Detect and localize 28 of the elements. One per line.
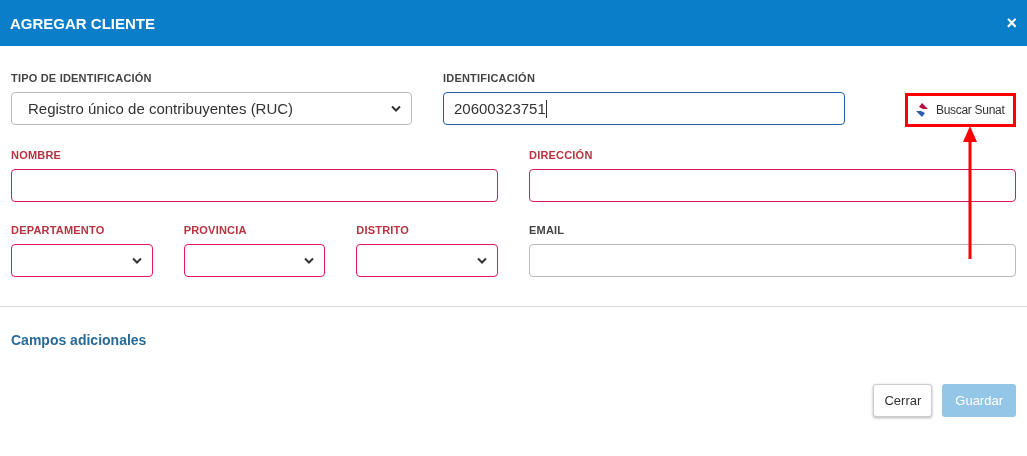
field-label: PROVINCIA (183, 224, 248, 236)
chevron-down-icon (391, 105, 401, 112)
dropdown[interactable]: Registro único de contribuyentes (RUC) (11, 92, 412, 125)
input-field[interactable] (529, 244, 1016, 277)
input-field[interactable] (11, 169, 498, 202)
field-label: EMAIL (529, 224, 566, 236)
chevron-down-icon (477, 257, 487, 264)
field-label: DISTRITO (356, 224, 411, 236)
dialog-title: AGREGAR CLIENTE (10, 14, 155, 32)
field-label: NOMBRE (11, 149, 63, 161)
field-label: IDENTIFICACIÓN (443, 72, 537, 84)
input-field[interactable]: 20600323751 (443, 92, 845, 125)
logo-icon (914, 102, 930, 118)
field-label: DIRECCIÓN (529, 149, 594, 161)
dropdown[interactable] (11, 244, 153, 277)
close-button[interactable]: × (1006, 12, 1017, 34)
dropdown[interactable] (356, 244, 498, 277)
input-field[interactable] (529, 169, 1016, 202)
dropdown[interactable] (183, 244, 326, 277)
field-label: DEPARTAMENTO (11, 224, 106, 236)
chevron-down-icon (131, 257, 142, 264)
close-dialog-button[interactable]: Cerrar (873, 384, 933, 417)
field-label: TIPO DE IDENTIFICACIÓN (11, 72, 153, 84)
dropdown-value: Registro único de contribuyentes (RUC) (28, 100, 295, 117)
additional-fields-link[interactable]: Campos adicionales (11, 332, 147, 348)
input-value: 20600323751 (454, 100, 546, 117)
chevron-down-icon (304, 257, 315, 264)
search-sunat-button[interactable]: Buscar Sunat (905, 93, 1016, 127)
